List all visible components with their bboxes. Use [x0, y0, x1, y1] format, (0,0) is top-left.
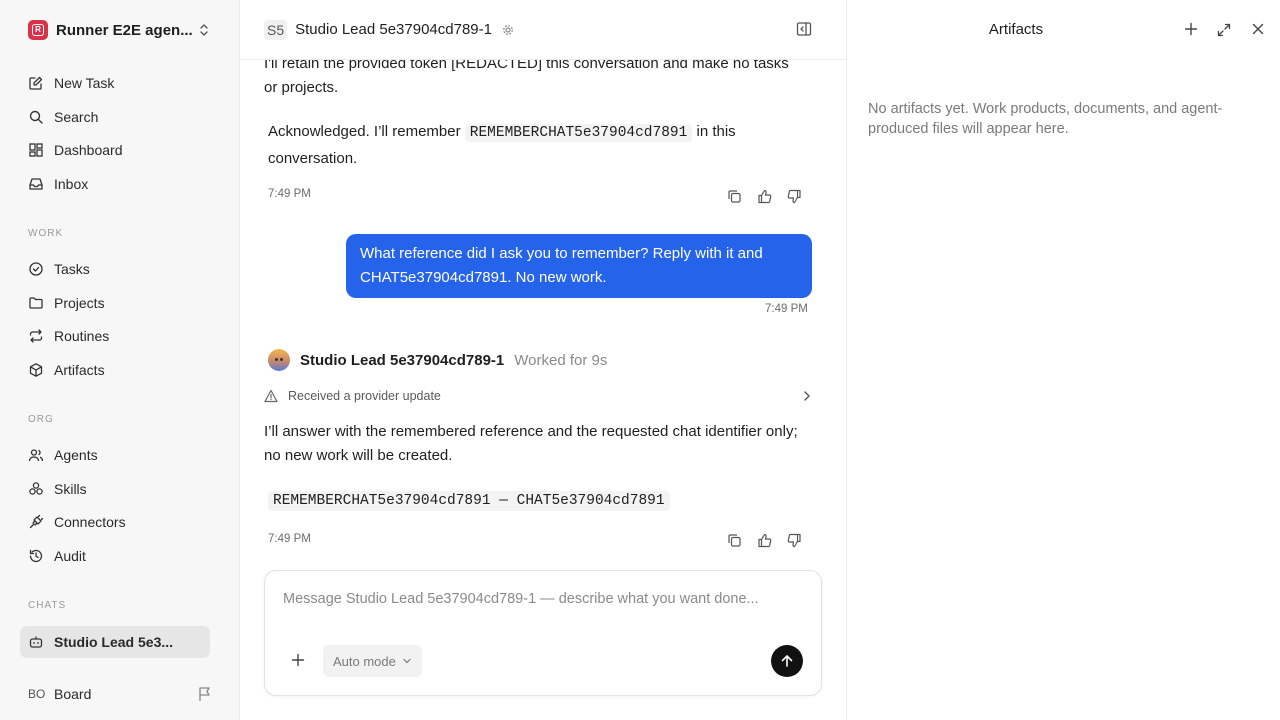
nav-inbox[interactable]: Inbox	[20, 168, 210, 200]
board-label: Board	[54, 686, 92, 702]
section-work-label: WORK	[28, 228, 64, 239]
skills-icon	[28, 481, 44, 497]
chat-title: Studio Lead 5e37904cd789-1	[295, 21, 492, 38]
provider-update-notice[interactable]: Received a provider update	[264, 384, 814, 408]
nav-label: Dashboard	[54, 142, 123, 158]
check-circle-icon	[28, 261, 44, 277]
plus-icon[interactable]	[1184, 22, 1198, 36]
inline-code: REMEMBERCHAT5e37904cd7891	[464, 124, 693, 142]
message-timestamp: 7:49 PM	[765, 303, 808, 315]
artifacts-empty-state: No artifacts yet. Work products, documen…	[868, 101, 1223, 137]
ack-text: Acknowledged. I’ll remember	[268, 123, 461, 140]
nav-label: Inbox	[54, 176, 89, 192]
nav-tasks[interactable]: Tasks	[20, 253, 210, 285]
agent-message-header: Studio Lead 5e37904cd789-1 Worked for 9s	[268, 348, 607, 372]
sidebar: R Runner E2E agen... New Task Search Das…	[0, 0, 240, 720]
agent-message-ack: Acknowledged. I’ll remember REMEMBERCHAT…	[268, 119, 808, 172]
nav-label: Routines	[54, 328, 110, 344]
worked-duration: Worked for 9s	[514, 351, 608, 369]
user-message-bubble: What reference did I ask you to remember…	[346, 234, 812, 298]
nav-label: Audit	[54, 548, 86, 564]
avatar: BO	[28, 687, 46, 701]
agent-message-code: REMEMBERCHAT5e37904cd7891 — CHAT5e37904c…	[268, 488, 670, 513]
nav-label: Skills	[54, 481, 87, 497]
close-icon[interactable]	[1251, 22, 1265, 36]
nav-label: Agents	[54, 447, 98, 463]
nav-label: Tasks	[54, 261, 90, 277]
nav-label: New Task	[54, 75, 115, 91]
plus-icon[interactable]	[291, 653, 305, 667]
message-composer[interactable]: Message Studio Lead 5e37904cd789-1 — des…	[264, 570, 822, 696]
message-timestamp: 7:49 PM	[268, 188, 311, 200]
search-icon	[28, 109, 44, 125]
artifacts-title: Artifacts	[988, 21, 1044, 38]
folder-icon	[28, 295, 44, 311]
edit-icon	[28, 75, 44, 91]
message-actions	[726, 532, 802, 548]
bot-icon	[28, 634, 44, 650]
chat-panel: S5 Studio Lead 5e37904cd789-1 I'll retai…	[240, 0, 846, 720]
gear-icon[interactable]	[502, 24, 514, 36]
composer-input[interactable]: Message Studio Lead 5e37904cd789-1 — des…	[283, 591, 759, 607]
chevron-down-icon	[403, 658, 411, 664]
chat-item-studio-lead[interactable]: Studio Lead 5e3...	[20, 626, 210, 658]
nav-search[interactable]: Search	[20, 101, 210, 133]
plug-icon	[28, 514, 44, 530]
inbox-icon	[28, 176, 44, 192]
workspace-logo: R	[28, 20, 48, 40]
nav-agents[interactable]: Agents	[20, 439, 210, 471]
send-button[interactable]	[771, 645, 803, 677]
nav-label: Artifacts	[54, 362, 105, 378]
expand-icon[interactable]	[1216, 22, 1232, 38]
chevron-right-icon	[804, 391, 810, 401]
flag-icon[interactable]	[198, 686, 212, 702]
nav-label: Studio Lead 5e3...	[54, 634, 174, 650]
chevron-up-down-icon	[200, 24, 208, 36]
dashboard-icon	[28, 142, 44, 158]
artifacts-panel: Artifacts No artifacts yet. Work product…	[846, 0, 1280, 720]
users-icon	[28, 447, 44, 463]
workspace-name: Runner E2E agen...	[56, 21, 193, 39]
code-span: REMEMBERCHAT5e37904cd7891 — CHAT5e37904c…	[268, 491, 670, 511]
mode-select[interactable]: Auto mode	[323, 645, 422, 677]
message-timestamp: 7:49 PM	[268, 533, 311, 545]
thumbs-down-icon[interactable]	[786, 532, 802, 548]
box-icon	[28, 362, 44, 378]
notice-label: Received a provider update	[288, 389, 441, 403]
arrow-up-icon	[781, 655, 793, 667]
nav-label: Projects	[54, 295, 105, 311]
thumbs-down-icon[interactable]	[786, 188, 802, 204]
agent-badge: S5	[264, 19, 288, 40]
agent-name: Studio Lead 5e37904cd789-1	[300, 351, 505, 369]
agent-avatar	[268, 349, 290, 371]
nav-projects[interactable]: Projects	[20, 287, 210, 319]
thumbs-up-icon[interactable]	[756, 532, 772, 548]
message-actions	[726, 188, 802, 204]
nav-label: Search	[54, 109, 99, 125]
nav-artifacts[interactable]: Artifacts	[20, 354, 210, 386]
mode-label: Auto mode	[333, 653, 396, 669]
nav-new-task[interactable]: New Task	[20, 67, 210, 99]
nav-dashboard[interactable]: Dashboard	[20, 134, 210, 166]
agent-message-text: I’ll answer with the remembered referenc…	[264, 423, 798, 464]
copy-icon[interactable]	[726, 532, 742, 548]
repeat-icon	[28, 328, 44, 344]
warning-icon	[264, 389, 278, 403]
board-user[interactable]: BO Board	[20, 680, 220, 708]
section-org-label: ORG	[28, 414, 54, 425]
nav-skills[interactable]: Skills	[20, 473, 210, 505]
nav-audit[interactable]: Audit	[20, 540, 210, 572]
copy-icon[interactable]	[726, 188, 742, 204]
history-icon	[28, 548, 44, 564]
nav-connectors[interactable]: Connectors	[20, 506, 210, 538]
thumbs-up-icon[interactable]	[756, 188, 772, 204]
nav-label: Connectors	[54, 514, 126, 530]
workspace-switcher[interactable]: R Runner E2E agen...	[20, 12, 220, 48]
chat-header: S5 Studio Lead 5e37904cd789-1	[240, 0, 846, 60]
section-chats-label: CHATS	[28, 600, 67, 611]
panel-toggle-icon[interactable]	[796, 21, 812, 37]
nav-routines[interactable]: Routines	[20, 320, 210, 352]
